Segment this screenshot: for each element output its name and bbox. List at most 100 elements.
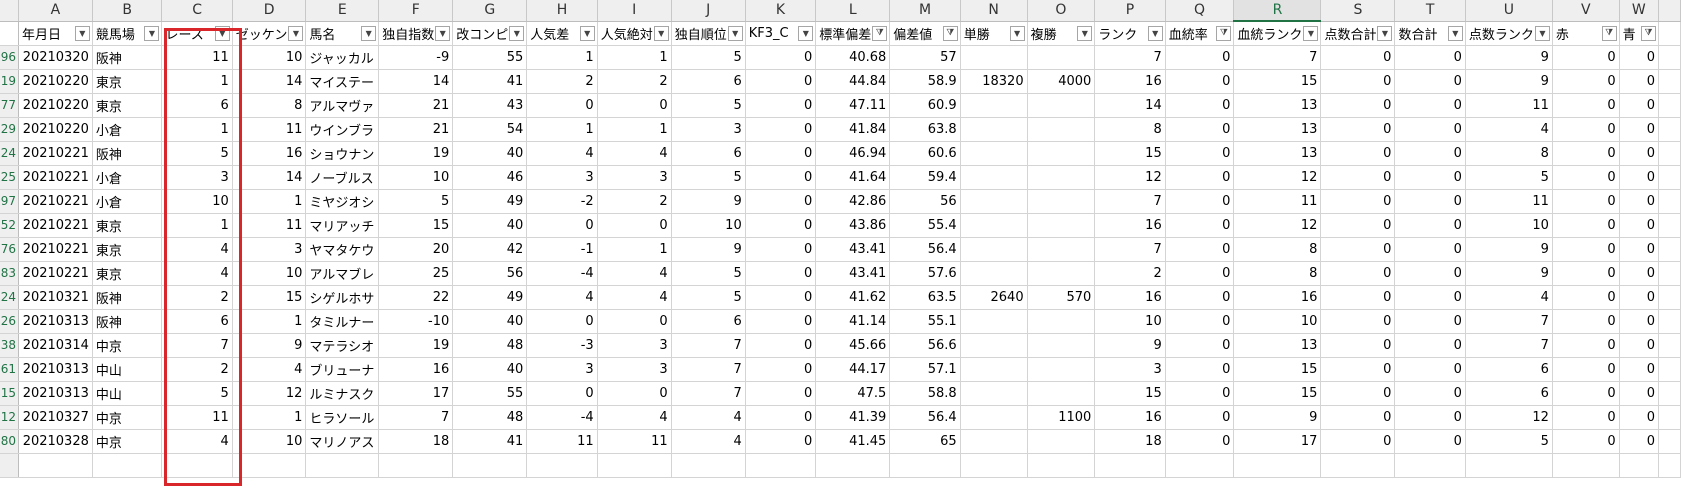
cell-w[interactable]: 0 [1619, 237, 1660, 262]
cell-r[interactable]: 15 [1233, 357, 1322, 382]
cell-f[interactable]: 25 [378, 261, 454, 286]
cell-u[interactable]: 11 [1465, 93, 1553, 118]
filter-dropdown-icon[interactable]: ▼ [1377, 25, 1393, 41]
cell-a[interactable]: 20210221 [18, 237, 93, 262]
cell-m[interactable]: 56.4 [889, 405, 961, 430]
cell-q[interactable]: 0 [1165, 333, 1235, 358]
cell-d[interactable]: 10 [232, 45, 307, 70]
header-cell-m[interactable]: 偏差値 ⧩ [889, 21, 961, 46]
cell-m[interactable]: 57.6 [889, 261, 961, 286]
cell-f[interactable]: 10 [378, 165, 454, 190]
cell-b[interactable]: 小倉 [92, 117, 163, 142]
cell-p[interactable]: 10 [1094, 309, 1166, 334]
cell-l[interactable]: 44.17 [815, 357, 891, 382]
column-header-e[interactable]: E [305, 0, 380, 22]
cell-u[interactable]: 12 [1465, 405, 1553, 430]
column-header-l[interactable]: L [815, 0, 891, 22]
header-cell-g[interactable]: 改コンピ ▼ [452, 21, 528, 46]
cell-g[interactable]: 48 [452, 405, 528, 430]
column-header-q[interactable]: Q [1165, 0, 1235, 22]
cell-u[interactable]: 4 [1465, 285, 1553, 310]
cell-e[interactable]: アルマブレ [305, 261, 380, 286]
cell-v[interactable]: 0 [1552, 357, 1620, 382]
cell-j[interactable]: 6 [671, 69, 746, 94]
cell-s[interactable]: 0 [1320, 165, 1396, 190]
cell-m[interactable]: 63.5 [889, 285, 961, 310]
cell-f[interactable]: 5 [378, 189, 454, 214]
cell-overflow[interactable] [1658, 309, 1681, 334]
column-header-f[interactable]: F [378, 0, 454, 22]
cell-a[interactable]: 20210313 [18, 381, 93, 406]
cell-overflow[interactable] [1658, 141, 1681, 166]
cell-u[interactable]: 7 [1465, 333, 1553, 358]
cell-j[interactable]: 9 [671, 237, 746, 262]
cell-m[interactable]: 58.8 [889, 381, 961, 406]
cell-b[interactable]: 阪神 [92, 45, 163, 70]
cell-f[interactable]: -9 [378, 45, 454, 70]
cell-overflow[interactable] [1658, 165, 1681, 190]
cell-j[interactable]: 9 [671, 189, 746, 214]
header-cell-c[interactable]: レース ▼ [161, 21, 233, 46]
cell-d[interactable]: 10 [232, 429, 307, 454]
cell-b[interactable]: 中京 [92, 405, 163, 430]
cell-overflow[interactable] [1658, 237, 1681, 262]
cell-d[interactable]: 9 [232, 333, 307, 358]
cell-t[interactable]: 0 [1394, 213, 1466, 238]
cell-c[interactable]: 2 [161, 285, 233, 310]
filter-dropdown-icon[interactable]: ▼ [579, 25, 595, 41]
cell-g[interactable]: 55 [452, 45, 528, 70]
cell-g[interactable]: 42 [452, 237, 528, 262]
cell-f[interactable]: 20 [378, 237, 454, 262]
cell-v[interactable]: 0 [1552, 381, 1620, 406]
cell-v[interactable]: 0 [1552, 261, 1620, 286]
cell-q[interactable]: 0 [1165, 429, 1235, 454]
cell-l[interactable]: 41.45 [815, 429, 891, 454]
row-number[interactable]: 61 [0, 357, 19, 382]
cell-l[interactable]: 40.68 [815, 45, 891, 70]
cell-o[interactable] [1027, 261, 1096, 286]
cell-a[interactable]: 20210313 [18, 357, 93, 382]
cell-l[interactable]: 45.66 [815, 333, 891, 358]
column-header-k[interactable]: K [745, 0, 817, 22]
cell-c[interactable]: 4 [161, 237, 233, 262]
cell-b[interactable]: 中山 [92, 381, 163, 406]
row-number[interactable]: 24 [0, 141, 19, 166]
cell-overflow[interactable] [1658, 381, 1681, 406]
cell-n[interactable]: 18320 [960, 69, 1028, 94]
cell-a[interactable]: 20210313 [18, 309, 93, 334]
row-number[interactable]: 12 [0, 405, 19, 430]
cell-l[interactable]: 41.62 [815, 285, 891, 310]
cell-overflow[interactable] [1658, 93, 1681, 118]
cell-overflow[interactable] [1658, 45, 1681, 70]
cell-s[interactable]: 0 [1320, 69, 1396, 94]
cell-i[interactable]: 2 [597, 69, 672, 94]
cell-b[interactable]: 東京 [92, 213, 163, 238]
empty-cell[interactable] [161, 453, 233, 478]
empty-cell[interactable] [889, 453, 961, 478]
cell-g[interactable]: 55 [452, 381, 528, 406]
cell-f[interactable]: 21 [378, 117, 454, 142]
cell-e[interactable]: マリアッチ [305, 213, 380, 238]
cell-o[interactable] [1027, 357, 1096, 382]
empty-cell[interactable] [745, 453, 817, 478]
empty-cell[interactable] [1658, 453, 1681, 478]
cell-d[interactable]: 1 [232, 405, 307, 430]
cell-v[interactable]: 0 [1552, 309, 1620, 334]
filter-dropdown-icon[interactable]: ▼ [727, 25, 743, 41]
cell-w[interactable]: 0 [1619, 429, 1660, 454]
column-header-m[interactable]: M [889, 0, 961, 22]
cell-p[interactable]: 15 [1094, 381, 1166, 406]
empty-cell[interactable] [452, 453, 528, 478]
cell-q[interactable]: 0 [1165, 357, 1235, 382]
row-number[interactable]: 97 [0, 189, 19, 214]
cell-p[interactable]: 15 [1094, 141, 1166, 166]
cell-c[interactable]: 11 [161, 405, 233, 430]
cell-l[interactable]: 42.86 [815, 189, 891, 214]
filter-dropdown-icon[interactable]: ▼ [1009, 25, 1025, 41]
cell-v[interactable]: 0 [1552, 285, 1620, 310]
cell-w[interactable]: 0 [1619, 45, 1660, 70]
cell-f[interactable]: 22 [378, 285, 454, 310]
cell-h[interactable]: 0 [526, 93, 598, 118]
cell-n[interactable] [960, 165, 1028, 190]
empty-cell[interactable] [232, 453, 307, 478]
